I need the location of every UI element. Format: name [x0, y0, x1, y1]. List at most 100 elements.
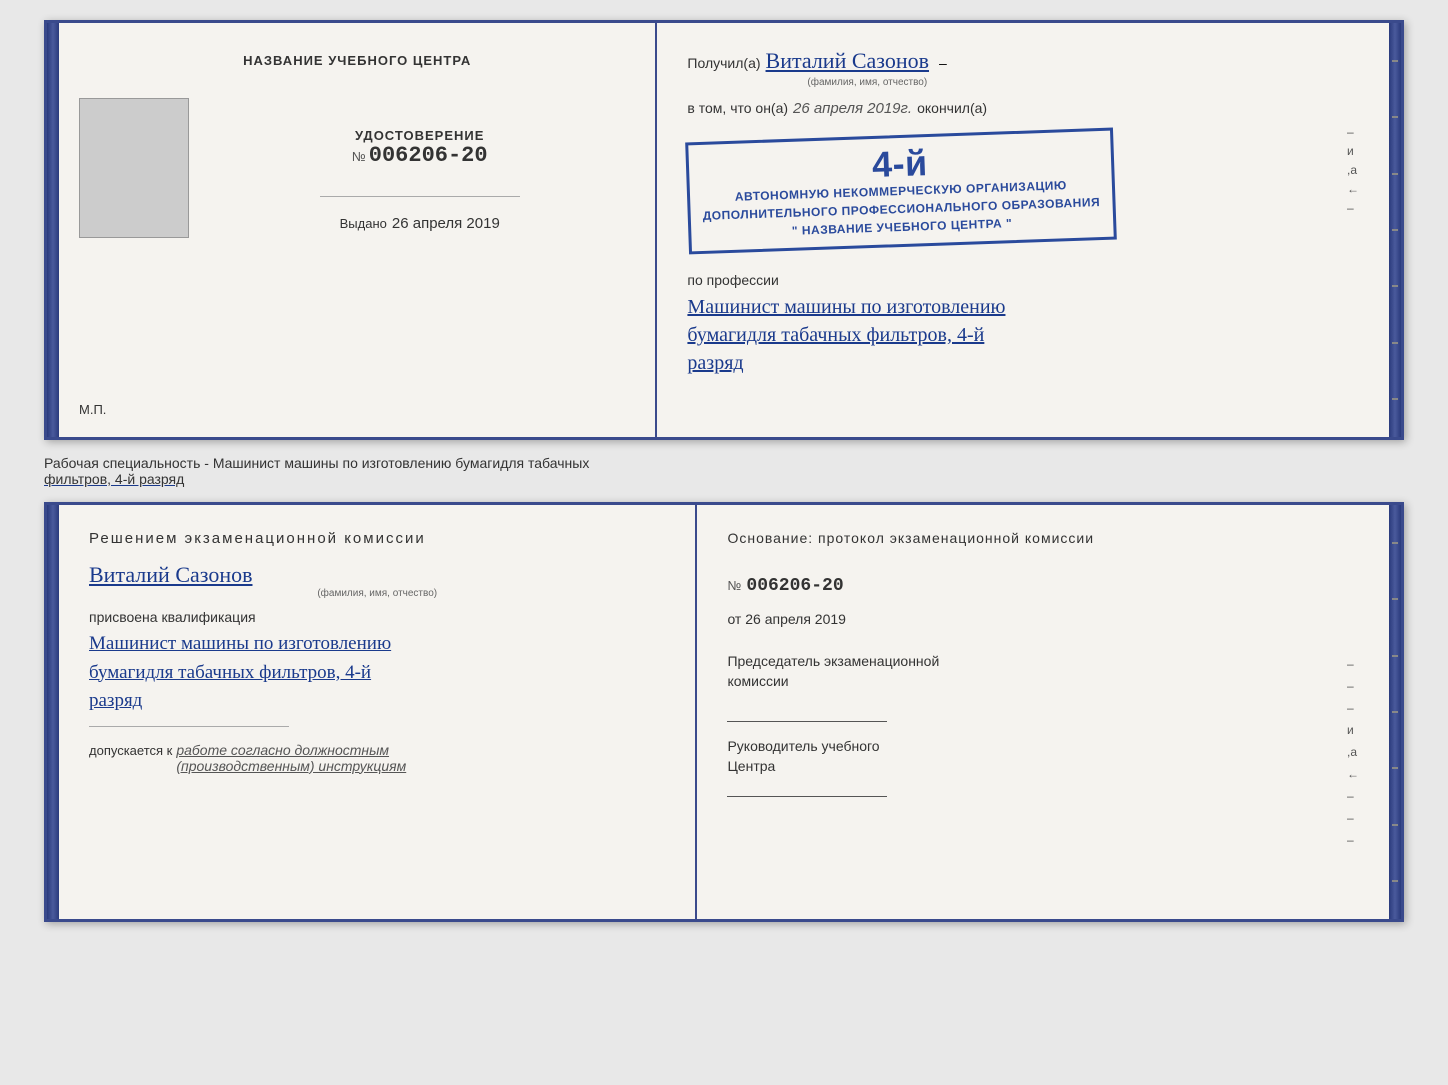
- cert-spine-right: [1389, 23, 1401, 437]
- comm-qual-line1: Машинист машины по изготовлению: [89, 633, 391, 654]
- comm-date-line: от 26 апреля 2019: [727, 611, 1359, 627]
- comm-edge-5: [1392, 767, 1398, 769]
- cert-recipient-line: Получил(а) Виталий Сазонов –: [687, 48, 1359, 74]
- between-text-underline: фильтров, 4-й разряд: [44, 471, 184, 487]
- edge-dash-7: [1392, 398, 1398, 400]
- comm-right-signatures: Председатель экзаменационной комиссии Ру…: [727, 652, 1342, 847]
- cert-right-page: Получил(а) Виталий Сазонов – (фамилия, и…: [657, 23, 1389, 437]
- edge-dash-5: [1392, 285, 1398, 287]
- comm-dash1: –: [1347, 657, 1359, 671]
- cert-prof-line3: разряд: [687, 352, 743, 374]
- cert-poluchil-label: Получил(а): [687, 55, 760, 71]
- cert-school-title: НАЗВАНИЕ УЧЕБНОГО ЦЕНТРА: [243, 53, 471, 68]
- edge-dash-6: [1392, 342, 1398, 344]
- comm-number-line: № 006206-20: [727, 566, 1359, 606]
- cert-dash1: –: [1347, 125, 1359, 139]
- comm-rukov-sig-line: [727, 796, 887, 797]
- cert-profession-block: по профессии Машинист машины по изготовл…: [687, 272, 1359, 377]
- comm-rukov-label: Руководитель учебного Центра: [727, 737, 1342, 776]
- cert-tom-line: в том, что он(а) 26 апреля 2019г. окончи…: [687, 100, 1359, 117]
- cert-photo: [79, 98, 189, 238]
- edge-dash-2: [1392, 116, 1398, 118]
- comm-edge-1: [1392, 542, 1398, 544]
- cert-right-markers: – и ,а ← –: [1347, 125, 1359, 215]
- certificate-book: НАЗВАНИЕ УЧЕБНОГО ЦЕНТРА УДОСТОВЕРЕНИЕ №…: [44, 20, 1404, 440]
- comm-dash6: –: [1347, 833, 1359, 847]
- between-text-normal: Рабочая специальность - Машинист машины …: [44, 455, 589, 471]
- comm-osnov-label: Основание: протокол экзаменационной коми…: [727, 530, 1359, 546]
- comm-qual-line3: разряд: [89, 690, 142, 711]
- cert-prof-line2: бумагидля табачных фильтров, 4-й: [687, 324, 984, 346]
- comm-dopusk-val2: (производственным) инструкциям: [176, 758, 406, 774]
- cert-issued-line: Выдано 26 апреля 2019: [340, 215, 500, 232]
- comm-chair-line1: Председатель экзаменационной: [727, 653, 939, 669]
- comm-number-value: 006206-20: [746, 576, 843, 596]
- cert-handwritten-date: 26 апреля 2019г.: [793, 100, 912, 117]
- cert-divider: [320, 196, 520, 197]
- comm-chair-sig-line: [727, 721, 887, 722]
- comm-spine-right: [1389, 505, 1401, 919]
- comm-dash4: –: [1347, 789, 1359, 803]
- comm-edge-2: [1392, 598, 1398, 600]
- cert-po-professii: по профессии: [687, 272, 1359, 288]
- comm-spine-left: [47, 505, 59, 919]
- edge-dash-1: [1392, 60, 1398, 62]
- comm-title: Решением экзаменационной комиссии: [89, 530, 665, 547]
- comm-divider: [89, 726, 289, 727]
- comm-qual-value: Машинист машины по изготовлению бумагидл…: [89, 630, 665, 716]
- comm-dash5: –: [1347, 811, 1359, 825]
- cert-number-value: 006206-20: [369, 143, 488, 168]
- comm-rukov-line1: Руководитель учебного: [727, 738, 879, 754]
- cert-stamp-content: 4-й АВТОНОМНУЮ НЕКОММЕРЧЕСКУЮ ОРГАНИЗАЦИ…: [687, 125, 1342, 257]
- commission-book: Решением экзаменационной комиссии Витали…: [44, 502, 1404, 922]
- cert-dash: –: [939, 55, 947, 71]
- comm-date-prefix: от: [727, 611, 741, 627]
- comm-a-label: ,а: [1347, 745, 1359, 759]
- comm-dopusk-line: допускается к работе согласно должностны…: [89, 742, 665, 774]
- comm-right-markers: – – – и ,а ← – – –: [1347, 652, 1359, 847]
- cert-udost-label: УДОСТОВЕРЕНИЕ: [352, 128, 488, 143]
- comm-date-value: 26 апреля 2019: [745, 611, 846, 627]
- comm-arrow: ←: [1347, 767, 1359, 781]
- comm-name-value: Виталий Сазонов: [89, 562, 665, 588]
- comm-chair-line2: комиссии: [727, 673, 788, 689]
- comm-no-prefix: №: [727, 578, 741, 593]
- cert-arrow: ←: [1347, 182, 1359, 196]
- comm-edge-6: [1392, 824, 1398, 826]
- comm-dopusk-val1: работе согласно должностным: [176, 742, 389, 758]
- cert-vtom-label: в том, что он(а): [687, 100, 788, 116]
- cert-stamp-area: 4-й АВТОНОМНУЮ НЕКОММЕРЧЕСКУЮ ОРГАНИЗАЦИ…: [687, 125, 1359, 257]
- cert-i-label: и: [1347, 144, 1359, 158]
- comm-right-page: Основание: протокол экзаменационной коми…: [697, 505, 1389, 919]
- comm-dopusk-label: допускается к: [89, 743, 172, 758]
- comm-right-content: Председатель экзаменационной комиссии Ру…: [727, 652, 1359, 847]
- cert-recipient-name: Виталий Сазонов: [766, 48, 929, 74]
- cert-vydano-date: 26 апреля 2019: [392, 215, 500, 232]
- cert-prof-line1: Машинист машины по изготовлению: [687, 296, 1005, 318]
- comm-name-hint: (фамилия, имя, отчество): [89, 588, 665, 599]
- comm-rukov-line2: Центра: [727, 758, 775, 774]
- cert-number-section: УДОСТОВЕРЕНИЕ № 006206-20: [352, 128, 488, 168]
- document-container: НАЗВАНИЕ УЧЕБНОГО ЦЕНТРА УДОСТОВЕРЕНИЕ №…: [44, 20, 1404, 922]
- comm-left-page: Решением экзаменационной комиссии Витали…: [59, 505, 697, 919]
- comm-i-label: и: [1347, 723, 1359, 737]
- comm-edge-7: [1392, 880, 1398, 882]
- comm-name-block: Виталий Сазонов (фамилия, имя, отчество): [89, 562, 665, 599]
- comm-dash2: –: [1347, 679, 1359, 693]
- comm-dopusk-value: работе согласно должностным (производств…: [176, 742, 406, 774]
- comm-chair-label: Председатель экзаменационной комиссии: [727, 652, 1342, 691]
- comm-edge-3: [1392, 655, 1398, 657]
- edge-dash-3: [1392, 173, 1398, 175]
- cert-dash2: –: [1347, 201, 1359, 215]
- cert-vydano-label: Выдано: [340, 216, 387, 231]
- cert-mp: М.П.: [79, 402, 106, 417]
- comm-edge-4: [1392, 711, 1398, 713]
- edge-dash-4: [1392, 229, 1398, 231]
- comm-qual-line2: бумагидля табачных фильтров, 4-й: [89, 662, 371, 683]
- comm-assigned-label: присвоена квалификация: [89, 609, 665, 625]
- cert-okonchil-label: окончил(а): [917, 100, 987, 116]
- cert-stamp: 4-й АВТОНОМНУЮ НЕКОММЕРЧЕСКУЮ ОРГАНИЗАЦИ…: [686, 128, 1117, 255]
- cert-left-page: НАЗВАНИЕ УЧЕБНОГО ЦЕНТРА УДОСТОВЕРЕНИЕ №…: [59, 23, 657, 437]
- cert-profession-value: Машинист машины по изготовлению бумагидл…: [687, 293, 1359, 377]
- cert-a-label: ,а: [1347, 163, 1359, 177]
